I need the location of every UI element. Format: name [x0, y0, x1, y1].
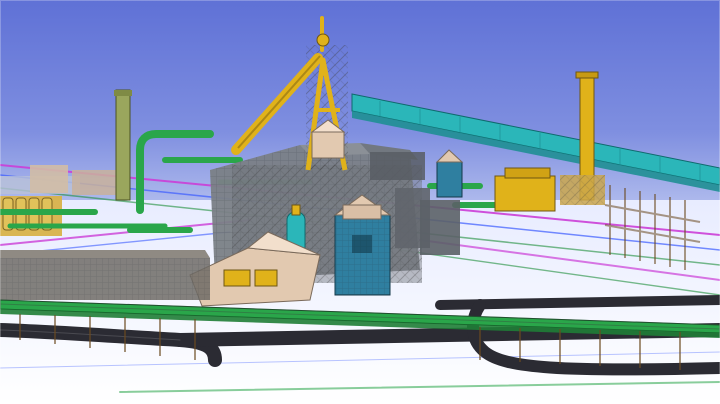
olive-stack — [114, 89, 132, 201]
3d-model-viewport[interactable] — [0, 0, 720, 404]
dust-collector-building — [333, 194, 392, 296]
left-shed — [0, 250, 210, 300]
plant-3d-scene[interactable] — [0, 0, 720, 404]
